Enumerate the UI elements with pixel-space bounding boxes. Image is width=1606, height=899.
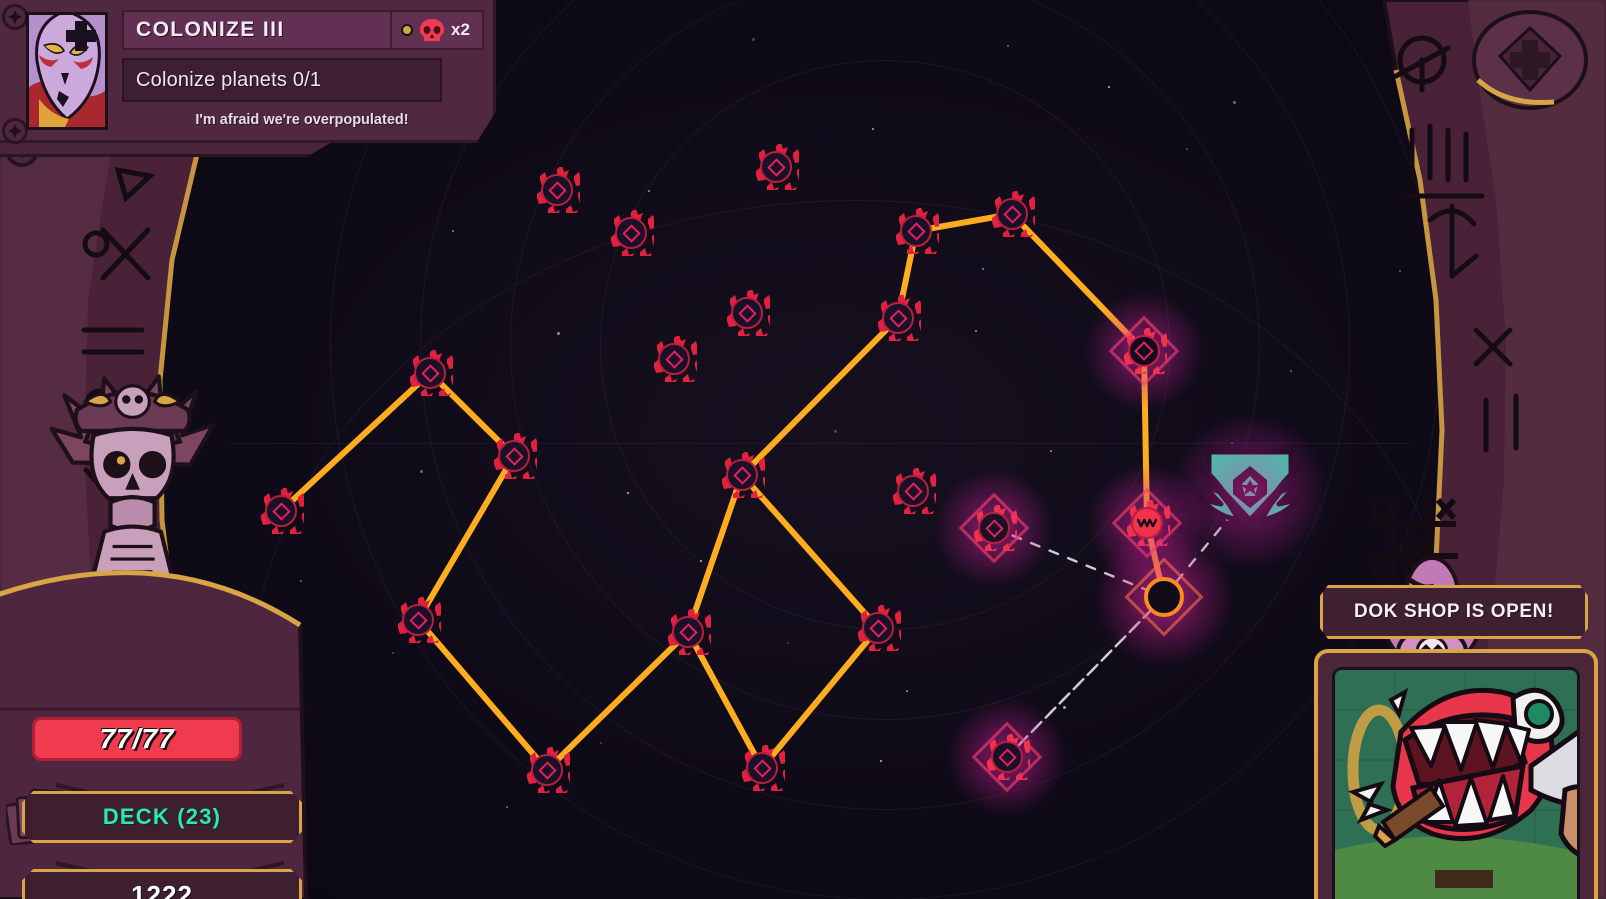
map-node[interactable] — [258, 486, 314, 540]
planet-node-body — [658, 343, 690, 375]
planet-diamond-glyph — [420, 363, 440, 383]
map-node[interactable] — [1094, 527, 1234, 667]
planet-diamond-glyph — [888, 308, 908, 328]
planet-node-body — [760, 151, 792, 183]
planet-diamond-glyph — [906, 221, 926, 241]
quest-title: COLONIZE III — [136, 18, 285, 41]
planet-node-body — [414, 357, 446, 389]
planet-diamond-glyph — [732, 465, 752, 485]
map-node[interactable] — [608, 208, 664, 262]
planet-node-body — [1128, 335, 1160, 367]
planet-diamond-glyph — [271, 501, 291, 521]
map-node[interactable] — [890, 466, 946, 520]
planet-diamond-glyph — [752, 758, 772, 778]
map-node[interactable] — [875, 293, 931, 347]
planet-diamond-glyph — [737, 303, 757, 323]
map-node[interactable] — [855, 603, 911, 657]
map-node[interactable] — [934, 468, 1054, 588]
planet-node-body — [265, 495, 297, 527]
planet-node-body — [882, 302, 914, 334]
gold-value: 1222 — [131, 879, 193, 899]
planet-node-body — [991, 741, 1023, 773]
x-icon — [1155, 588, 1173, 606]
map-node[interactable] — [753, 142, 809, 196]
planet-node-body — [615, 217, 647, 249]
planet-diamond-glyph — [984, 518, 1004, 538]
map-node[interactable] — [1084, 291, 1204, 411]
game-screen: COLONIZE III x2 Colonize planets 0/1 I'm… — [0, 0, 1606, 899]
skull-counter: x2 — [390, 12, 482, 48]
coin-icon — [401, 24, 413, 36]
badge-glow — [1170, 417, 1330, 567]
planet-node-body — [996, 198, 1028, 230]
gold-display: 1222 — [22, 869, 302, 899]
planet-diamond-glyph — [504, 446, 524, 466]
shop-banner-text: DOK SHOP IS OPEN! — [1354, 601, 1554, 622]
planet-diamond-glyph — [766, 157, 786, 177]
planet-node-body — [498, 440, 530, 472]
map-node[interactable] — [739, 743, 795, 797]
planet-diamond-glyph — [868, 618, 888, 638]
deck-button[interactable]: DECK (23) — [22, 791, 302, 843]
quest-panel-tab — [0, 143, 330, 157]
planet-node-body — [531, 754, 563, 786]
map-node[interactable] — [407, 348, 463, 402]
map-node[interactable] — [989, 189, 1045, 243]
planet-diamond-glyph — [408, 610, 428, 630]
quest-flavor-text: I'm afraid we're overpopulated! — [195, 112, 409, 128]
planet-diamond-glyph — [1002, 204, 1022, 224]
planet-diamond-glyph — [1134, 341, 1154, 361]
quest-panel: COLONIZE III x2 Colonize planets 0/1 I'm… — [0, 0, 500, 157]
panel-bolt-top-left — [2, 4, 28, 30]
zigzag-mouth-icon — [1137, 518, 1157, 528]
map-node[interactable] — [893, 206, 949, 260]
map-node[interactable] — [534, 165, 590, 219]
planet-node-body — [541, 174, 573, 206]
shop-banner[interactable]: DOK SHOP IS OPEN! — [1320, 585, 1588, 639]
health-value: 77/77 — [99, 723, 175, 754]
map-node[interactable] — [724, 288, 780, 342]
planet-diamond-glyph — [664, 349, 684, 369]
health-bar: 77/77 — [32, 717, 242, 761]
planet-node-body — [978, 512, 1010, 544]
planet-diamond-glyph — [537, 760, 557, 780]
map-node[interactable] — [665, 607, 721, 661]
planet-diamond-glyph — [678, 622, 698, 642]
map-node[interactable] — [651, 334, 707, 388]
planet-node-body — [672, 616, 704, 648]
skull-multiplier: x2 — [451, 20, 470, 39]
planet-diamond-glyph — [997, 747, 1017, 767]
planet-diamond-glyph — [547, 180, 567, 200]
left-hud-panel: 77/77 DECK (23) 1222 — [0, 539, 340, 899]
planet-node-body — [862, 612, 894, 644]
map-node[interactable] — [491, 431, 547, 485]
quest-objective-text: Colonize planets 0/1 — [136, 68, 322, 91]
shop-node-body — [1131, 507, 1163, 539]
deck-label: DECK (23) — [102, 804, 222, 829]
map-node[interactable] — [395, 595, 451, 649]
winged-chevron-badge-icon[interactable] — [1170, 417, 1330, 567]
planet-node-body — [746, 752, 778, 784]
shop-portrait-frame[interactable] — [1314, 649, 1598, 899]
planet-node-body — [897, 475, 929, 507]
planet-node-body — [900, 215, 932, 247]
map-node[interactable] — [947, 697, 1067, 817]
planet-diamond-glyph — [621, 223, 641, 243]
quest-title-row: COLONIZE III x2 — [122, 10, 484, 50]
planet-node-body — [731, 297, 763, 329]
current-position-marker — [1144, 577, 1184, 617]
quest-objective-box: Colonize planets 0/1 — [122, 58, 442, 102]
map-node[interactable] — [719, 450, 775, 504]
map-node[interactable] — [1087, 463, 1207, 583]
planet-node-body — [402, 604, 434, 636]
planet-diamond-glyph — [903, 481, 923, 501]
panel-bolt-bottom-left — [2, 118, 28, 144]
dok-shark-portrait-icon — [1332, 667, 1580, 899]
masked-alien-portrait — [26, 12, 108, 130]
skull-icon — [420, 19, 444, 41]
planet-node-body — [726, 459, 758, 491]
right-hud-panel: DOK SHOP IS OPEN! — [1306, 559, 1606, 899]
map-node[interactable] — [524, 745, 580, 799]
